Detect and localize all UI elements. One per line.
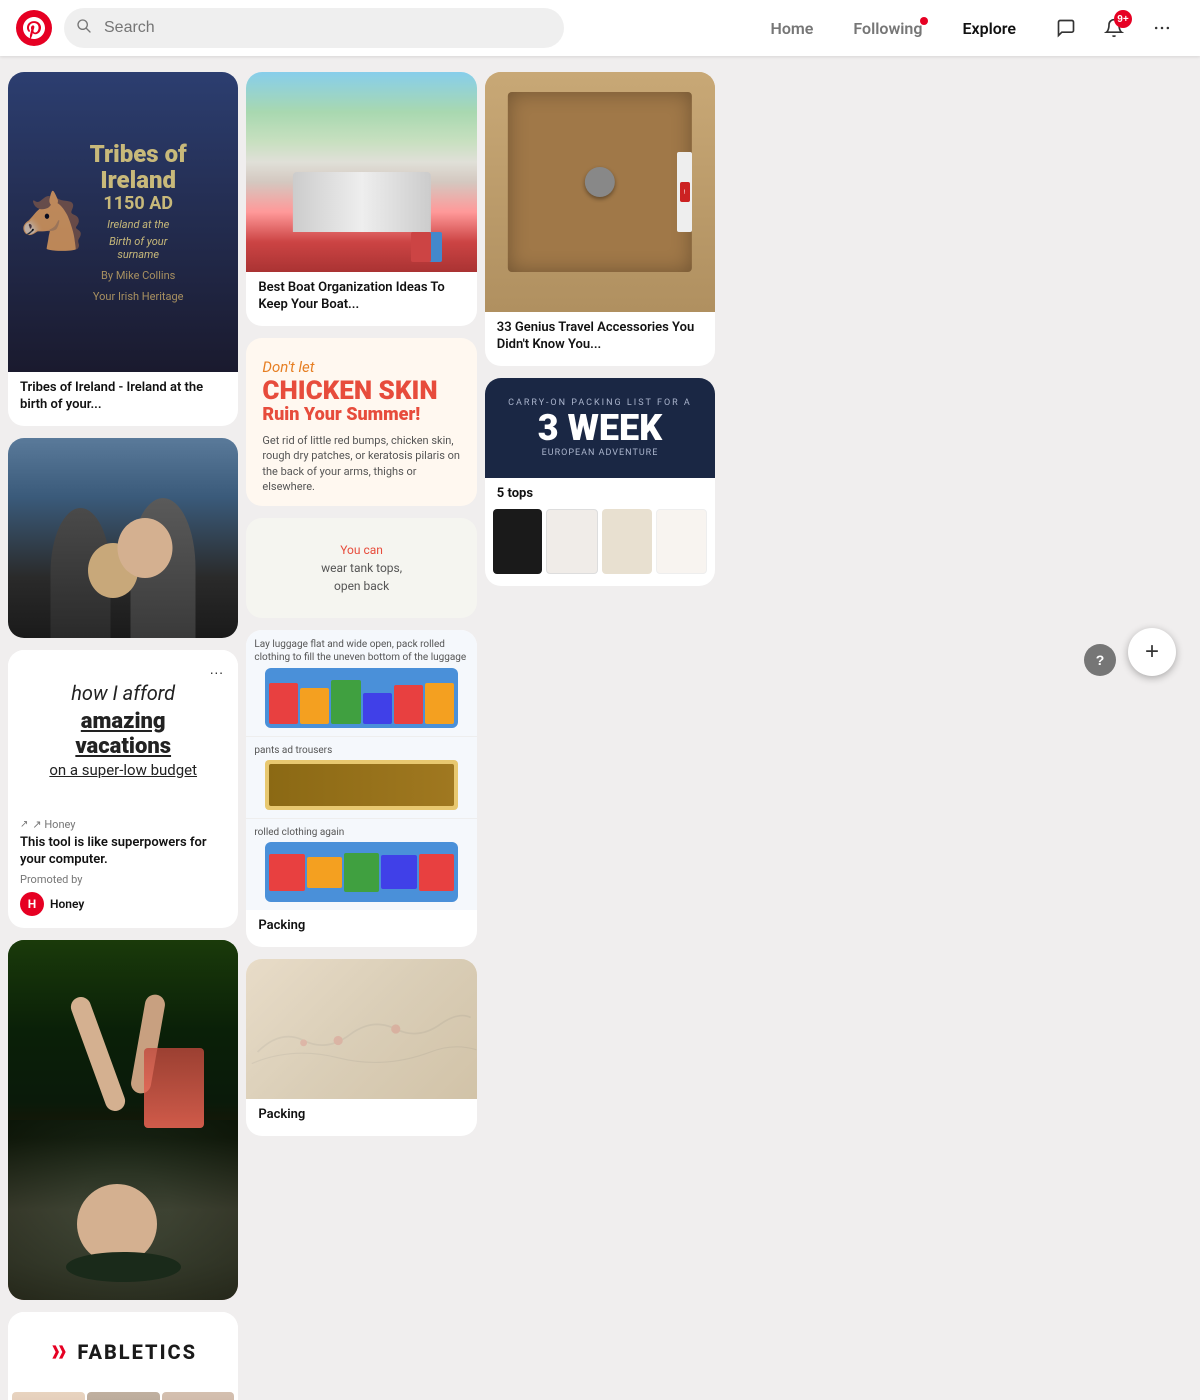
luggage-section-3: rolled clothing again [246,819,476,910]
promoted-tag: Promoted by [20,873,226,886]
pin-card-carryon[interactable]: CARRY-ON PACKING LIST FOR A 3 WEEK EUROP… [485,378,715,586]
fabletics-logo-area: FABLETICS [8,1312,238,1392]
pin-card-fabletics[interactable]: FABLETICS [8,1312,238,1400]
selfie-image [8,438,238,638]
chicken-line3: Ruin Your Summer! [262,404,460,425]
vacation-line1: how I afford [71,681,175,705]
create-fab[interactable]: + [1128,628,1176,676]
boat-image [246,72,476,272]
luggage-section-2: pants ad trousers [246,737,476,819]
luggage-tip2: pants ad trousers [254,745,468,756]
pin-title-luggage: Packing [258,918,464,935]
pin-card-travel-acc[interactable]: ! 33 Genius Travel Accessories You Didn'… [485,72,715,366]
search-bar[interactable] [64,8,564,48]
map-image [246,959,476,1099]
tops-clothing [485,505,715,586]
main-content: 🐴 Tribes of Ireland 1150 AD Ireland at t… [0,0,1200,1400]
following-dot [920,17,928,25]
promoted-user: H Honey [20,892,226,916]
pin-grid: 🐴 Tribes of Ireland 1150 AD Ireland at t… [0,72,1200,1400]
pin-info-boat: Best Boat Organization Ideas To Keep You… [246,272,476,326]
carryon-line3: EUROPEAN ADVENTURE [505,448,695,458]
tribes-sub: Ireland at the [88,218,188,231]
pin-card-map[interactable]: Packing [246,959,476,1136]
main-nav: Home Following Explore [755,11,1033,46]
pin-card-tank-tops[interactable]: You can wear tank tops, open back [246,518,476,618]
nav-explore[interactable]: Explore [946,11,1032,46]
pin-card-luggage[interactable]: Lay luggage flat and wide open, pack rol… [246,630,476,947]
tops-title: 5 tops [485,478,715,505]
pin-card-tribes[interactable]: 🐴 Tribes of Ireland 1150 AD Ireland at t… [8,72,238,426]
tribes-year: 1150 AD [88,193,188,214]
header-icons: 9+ [1044,6,1184,50]
fabletics-brand: FABLETICS [77,1340,197,1364]
pin-options-button[interactable]: ··· [202,658,230,686]
promoted-avatar: H [20,892,44,916]
pin-title-boat: Best Boat Organization Ideas To Keep You… [258,280,464,314]
header: Home Following Explore 9+ [0,0,1200,56]
search-icon [76,18,92,38]
nav-following[interactable]: Following [837,11,938,46]
pin-title-vacation: This tool is like superpowers for your c… [20,835,226,869]
tank-tops-image: You can wear tank tops, open back [246,518,476,618]
tribes-heritage: Your Irish Heritage [88,290,188,303]
help-button[interactable]: ? [1084,644,1116,676]
pin-card-vacation[interactable]: how I afford amazing vacations on a supe… [8,650,238,928]
messages-button[interactable] [1044,6,1088,50]
pin-title-tribes: Tribes of Ireland - Ireland at the birth… [20,380,226,414]
pinterest-logo[interactable] [16,10,52,46]
tribes-sub2: Birth of your surname [88,235,188,261]
hot-tub-image [8,940,238,1300]
promoted-name: Honey [50,897,84,911]
search-input[interactable] [64,8,564,48]
notifications-button[interactable]: 9+ [1092,6,1136,50]
luggage-tip1: Lay luggage flat and wide open, pack rol… [254,638,468,664]
more-options-button[interactable] [1140,6,1184,50]
tribes-author: By Mike Collins [88,269,188,282]
pin-info-tribes: Tribes of Ireland - Ireland at the birth… [8,372,238,426]
luggage-tip3: rolled clothing again [254,827,468,838]
pin-info-luggage: Packing [246,910,476,947]
fabletics-images [8,1392,238,1400]
pin-info-travel-acc: 33 Genius Travel Accessories You Didn't … [485,312,715,366]
vacation-line2: amazing vacations [32,709,214,759]
pin-info-vacation: ↗ ↗ Honey This tool is like superpowers … [8,810,238,928]
chicken-desc: Get rid of little red bumps, chicken ski… [262,433,460,495]
vacation-line3: on a super-low budget [49,761,197,779]
nav-home[interactable]: Home [755,11,830,46]
notification-badge: 9+ [1114,10,1132,28]
tribes-image: 🐴 Tribes of Ireland 1150 AD Ireland at t… [8,72,238,372]
pin-card-hot-tub[interactable] [8,940,238,1300]
chicken-line1: Don't let [262,358,460,376]
pin-title-travel-acc: 33 Genius Travel Accessories You Didn't … [497,320,703,354]
tribes-title: Tribes of Ireland [88,141,188,194]
pin-card-selfie[interactable] [8,438,238,638]
chicken-image: Don't let CHICKEN SKIN Ruin Your Summer!… [246,338,476,507]
pin-card-boat[interactable]: Best Boat Organization Ideas To Keep You… [246,72,476,326]
chicken-line2: CHICKEN SKIN [262,378,460,404]
source-tag: ↗ ↗ Honey [20,818,226,831]
carryon-header: CARRY-ON PACKING LIST FOR A 3 WEEK EUROP… [485,378,715,478]
pin-title-map: Packing [258,1107,464,1124]
carryon-line2: 3 WEEK [505,410,695,446]
pin-info-map: Packing [246,1099,476,1136]
luggage-section-1: Lay luggage flat and wide open, pack rol… [246,630,476,737]
pin-card-chicken[interactable]: Don't let CHICKEN SKIN Ruin Your Summer!… [246,338,476,507]
travel-acc-image: ! [485,72,715,312]
